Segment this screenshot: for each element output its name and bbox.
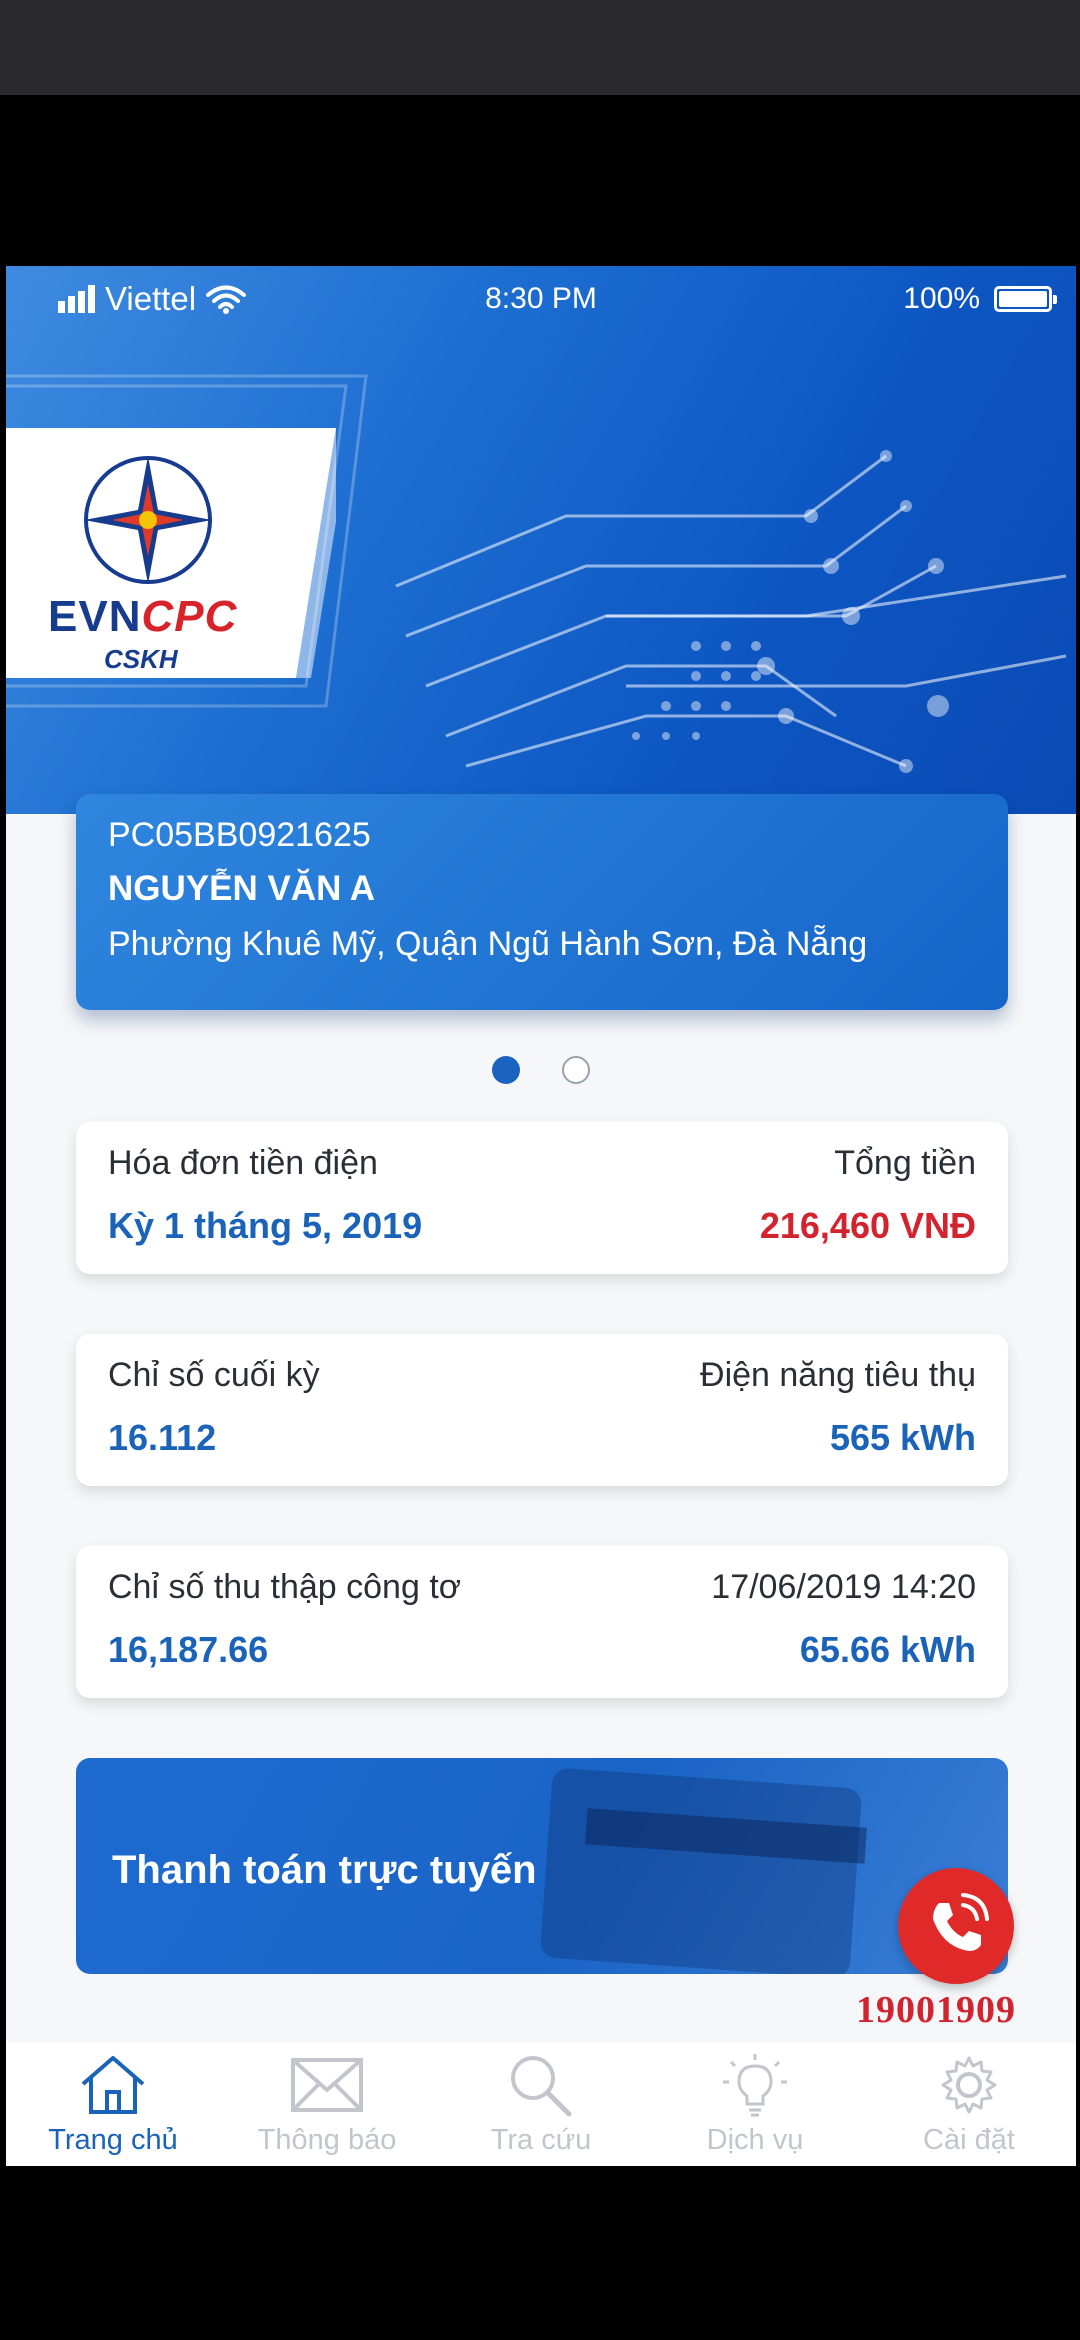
page-dot-1[interactable] — [492, 1056, 520, 1084]
page-indicator[interactable] — [6, 1056, 1076, 1084]
page-dot-2[interactable] — [562, 1056, 590, 1084]
bill-total: 216,460 VNĐ — [759, 1205, 976, 1246]
battery-percent: 100% — [903, 282, 980, 315]
nav-services[interactable]: Dịch vụ — [648, 2042, 862, 2166]
nav-home[interactable]: Trang chủ — [6, 2042, 220, 2166]
customer-name: NGUYỄN VĂN A — [108, 869, 376, 908]
usage-value: 565 kWh — [829, 1417, 976, 1458]
gear-icon — [941, 2056, 997, 2114]
bill-total-label: Tổng tiền — [834, 1144, 976, 1182]
nav-label: Dịch vụ — [706, 2124, 804, 2156]
customer-address: Phường Khuê Mỹ, Quận Ngũ Hành Sơn, Đà Nẵ… — [108, 925, 868, 963]
search-icon — [511, 2056, 572, 2117]
bill-period: Kỳ 1 tháng 5, 2019 — [108, 1205, 423, 1246]
hotline-call-button[interactable] — [898, 1868, 1014, 1984]
bill-label: Hóa đơn tiền điện — [108, 1144, 378, 1182]
battery-icon — [994, 286, 1057, 312]
nav-notifications[interactable]: Thông báo — [220, 2042, 434, 2166]
meter-card[interactable]: Chỉ số thu thập công tơ 17/06/2019 14:20… — [76, 1546, 1008, 1698]
customer-card[interactable]: PC05BB0921625 NGUYỄN VĂN A Phường Khuê M… — [76, 794, 1008, 1010]
bill-card[interactable]: Hóa đơn tiền điện Tổng tiền Kỳ 1 tháng 5… — [76, 1122, 1008, 1274]
phone-icon — [933, 1893, 989, 1951]
app-screen: Viettel 8:30 PM 100% EVNCPC CSKH PC05BB0… — [6, 266, 1076, 2166]
hotline-number[interactable]: 19001909 — [856, 1988, 1016, 2032]
nav-settings[interactable]: Cài đặt — [862, 2042, 1076, 2166]
home-icon — [81, 2056, 145, 2114]
reading-card[interactable]: Chỉ số cuối kỳ Điện năng tiêu thụ 16.112… — [76, 1334, 1008, 1486]
usage-label: Điện năng tiêu thụ — [700, 1356, 976, 1394]
evn-star-logo-icon — [84, 456, 212, 584]
reading-label: Chỉ số cuối kỳ — [108, 1356, 320, 1394]
bottom-nav: Trang chủ Thông báo Tra cứu Dịch vụ Cài … — [6, 2042, 1076, 2166]
header-banner: Viettel 8:30 PM 100% EVNCPC CSKH — [6, 266, 1076, 814]
credit-card-image — [539, 1767, 863, 1974]
nav-label: Trang chủ — [48, 2124, 178, 2156]
meter-value: 16,187.66 — [108, 1629, 269, 1670]
nav-label: Tra cứu — [490, 2124, 592, 2156]
nav-search[interactable]: Tra cứu — [434, 2042, 648, 2166]
reading-value: 16.112 — [108, 1417, 217, 1458]
nav-label: Cài đặt — [923, 2124, 1015, 2156]
brand-subtitle: CSKH — [104, 644, 178, 674]
online-payment-label: Thanh toán trực tuyến — [112, 1848, 537, 1892]
meter-usage: 65.66 kWh — [799, 1629, 976, 1670]
device-top-bar — [0, 0, 1080, 95]
lightbulb-icon — [723, 2054, 787, 2117]
online-payment-button[interactable]: Thanh toán trực tuyến — [76, 1758, 1008, 1974]
meter-datetime: 17/06/2019 14:20 — [711, 1568, 976, 1606]
mail-icon — [291, 2058, 363, 2112]
brand-logo-text: EVNCPC — [48, 592, 238, 641]
customer-id: PC05BB0921625 — [108, 816, 371, 854]
meter-label: Chỉ số thu thập công tơ — [108, 1568, 462, 1606]
status-bar: Viettel 8:30 PM 100% — [6, 266, 1076, 336]
nav-label: Thông báo — [257, 2124, 397, 2156]
